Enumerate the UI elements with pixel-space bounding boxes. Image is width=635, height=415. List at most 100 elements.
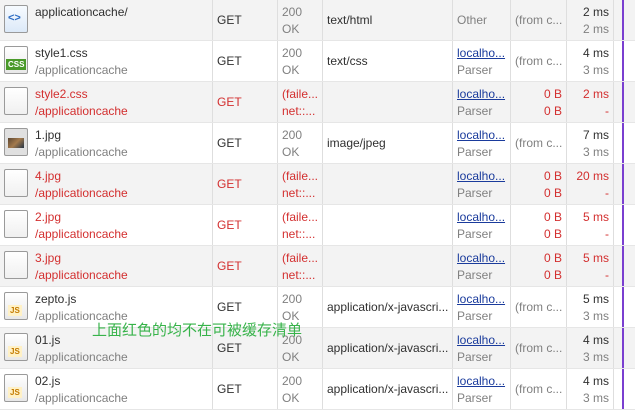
type-cell: text/html (323, 0, 453, 40)
status-code: 200 (282, 46, 303, 60)
size-cell: (from c... (511, 123, 567, 163)
name-cell[interactable]: <> applicationcache/ (0, 0, 213, 40)
time: 2 ms (582, 5, 609, 19)
method: GET (217, 218, 242, 232)
size-cell: (from c... (511, 41, 567, 81)
initiator-type: Parser (457, 104, 493, 118)
initiator-type: Parser (457, 309, 493, 323)
file-name: 01.js (35, 333, 61, 347)
method: GET (217, 177, 242, 191)
time-cell: 4 ms 3 ms (567, 369, 614, 409)
content-size: 0 B (543, 186, 562, 200)
status-text: OK (282, 350, 300, 364)
file-name: applicationcache/ (35, 5, 128, 19)
request-row[interactable]: 1.jpg/applicationcache GET 200 OK image/jpeg… (0, 123, 635, 164)
initiator-link[interactable]: localho... (457, 374, 505, 388)
timeline-marker (622, 369, 624, 409)
name-cell[interactable]: CSS style1.css/applicationcache (0, 41, 213, 81)
method-cell: GET (213, 287, 278, 327)
status-cell: (faile... net::... (278, 205, 323, 245)
icon-glyph: JS (8, 346, 22, 357)
size-cell: (from c... (511, 287, 567, 327)
timeline-cell (614, 328, 635, 368)
latency: 3 ms (582, 391, 609, 405)
initiator-link[interactable]: localho... (457, 46, 505, 60)
status-text: OK (282, 22, 300, 36)
method: GET (217, 13, 242, 27)
request-row[interactable]: style2.css/applicationcache GET (faile... n… (0, 82, 635, 123)
image-file-icon (4, 128, 28, 156)
request-row[interactable]: 4.jpg/applicationcache GET (faile... net::.… (0, 164, 635, 205)
request-row[interactable]: 3.jpg/applicationcache GET (faile... net::.… (0, 246, 635, 287)
method-cell: GET (213, 205, 278, 245)
initiator-link[interactable]: localho... (457, 87, 505, 101)
name-cell[interactable]: 4.jpg/applicationcache (0, 164, 213, 204)
type-cell: text/css (323, 41, 453, 81)
type-cell (323, 205, 453, 245)
size-cell: (from c... (511, 369, 567, 409)
time: 7 ms (582, 128, 609, 142)
initiator-link[interactable]: localho... (457, 292, 505, 306)
name-cell[interactable]: JS 01.js/applicationcache (0, 328, 213, 368)
size: 0 B (543, 87, 562, 101)
time: 4 ms (582, 46, 609, 60)
initiator-link[interactable]: localho... (457, 251, 505, 265)
time: 4 ms (582, 333, 609, 347)
timeline-marker (622, 82, 624, 122)
size-cell: 0 B0 B (511, 246, 567, 286)
file-path: /applicationcache (35, 186, 128, 200)
initiator-link[interactable]: localho... (457, 210, 505, 224)
method-cell: GET (213, 123, 278, 163)
name-cell[interactable]: 1.jpg/applicationcache (0, 123, 213, 163)
request-row[interactable]: JS zepto.js/applicationcache GET 200 OK appli… (0, 287, 635, 328)
size: 0 B (543, 169, 562, 183)
name-cell[interactable]: 2.jpg/applicationcache (0, 205, 213, 245)
request-row[interactable]: <> applicationcache/GET 200 OK text/html Othe… (0, 0, 635, 41)
latency: - (605, 268, 609, 282)
name-cell[interactable]: 3.jpg/applicationcache (0, 246, 213, 286)
timeline-cell (614, 41, 635, 81)
name-cell[interactable]: style2.css/applicationcache (0, 82, 213, 122)
type-cell: application/x-javascri... (323, 369, 453, 409)
method: GET (217, 95, 242, 109)
request-row[interactable]: JS 01.js/applicationcache GET 200 OK applicat… (0, 328, 635, 369)
request-row[interactable]: JS 02.js/applicationcache GET 200 OK applicat… (0, 369, 635, 410)
method-cell: GET (213, 164, 278, 204)
file-path: /applicationcache (35, 350, 128, 364)
initiator-link[interactable]: localho... (457, 333, 505, 347)
request-row[interactable]: CSS style1.css/applicationcache GET 200 OK te… (0, 41, 635, 82)
file-path: /applicationcache (35, 227, 128, 241)
request-row[interactable]: 2.jpg/applicationcache GET (faile... net::.… (0, 205, 635, 246)
status-text: OK (282, 63, 300, 77)
timeline-cell (614, 246, 635, 286)
initiator-link[interactable]: localho... (457, 128, 505, 142)
name-cell[interactable]: JS 02.js/applicationcache (0, 369, 213, 409)
type-cell: image/jpeg (323, 123, 453, 163)
method-cell: GET (213, 246, 278, 286)
initiator-type: Parser (457, 350, 493, 364)
timeline-cell (614, 0, 635, 40)
blank-file-icon (4, 87, 28, 115)
mime-type: application/x-javascri... (327, 382, 449, 396)
file-path: /applicationcache (35, 268, 128, 282)
status-code: (faile... (282, 251, 319, 265)
mime-type: application/x-javascri... (327, 341, 449, 355)
image-thumbnail (8, 138, 24, 148)
initiator-cell: localho... Parser (453, 246, 511, 286)
status-text: net::... (282, 104, 316, 118)
timeline-cell (614, 205, 635, 245)
icon-glyph: JS (8, 305, 22, 316)
file-name: 2.jpg (35, 210, 62, 224)
file-name: style1.css (35, 46, 88, 60)
method: GET (217, 300, 242, 314)
initiator-cell: localho... Parser (453, 82, 511, 122)
status-cell: (faile... net::... (278, 164, 323, 204)
timeline-cell (614, 369, 635, 409)
timeline-marker (622, 0, 624, 40)
initiator-link[interactable]: localho... (457, 169, 505, 183)
name-cell[interactable]: JS zepto.js/applicationcache (0, 287, 213, 327)
method: GET (217, 136, 242, 150)
type-cell: application/x-javascri... (323, 287, 453, 327)
file-path: /applicationcache (35, 391, 128, 405)
status-text: OK (282, 309, 300, 323)
